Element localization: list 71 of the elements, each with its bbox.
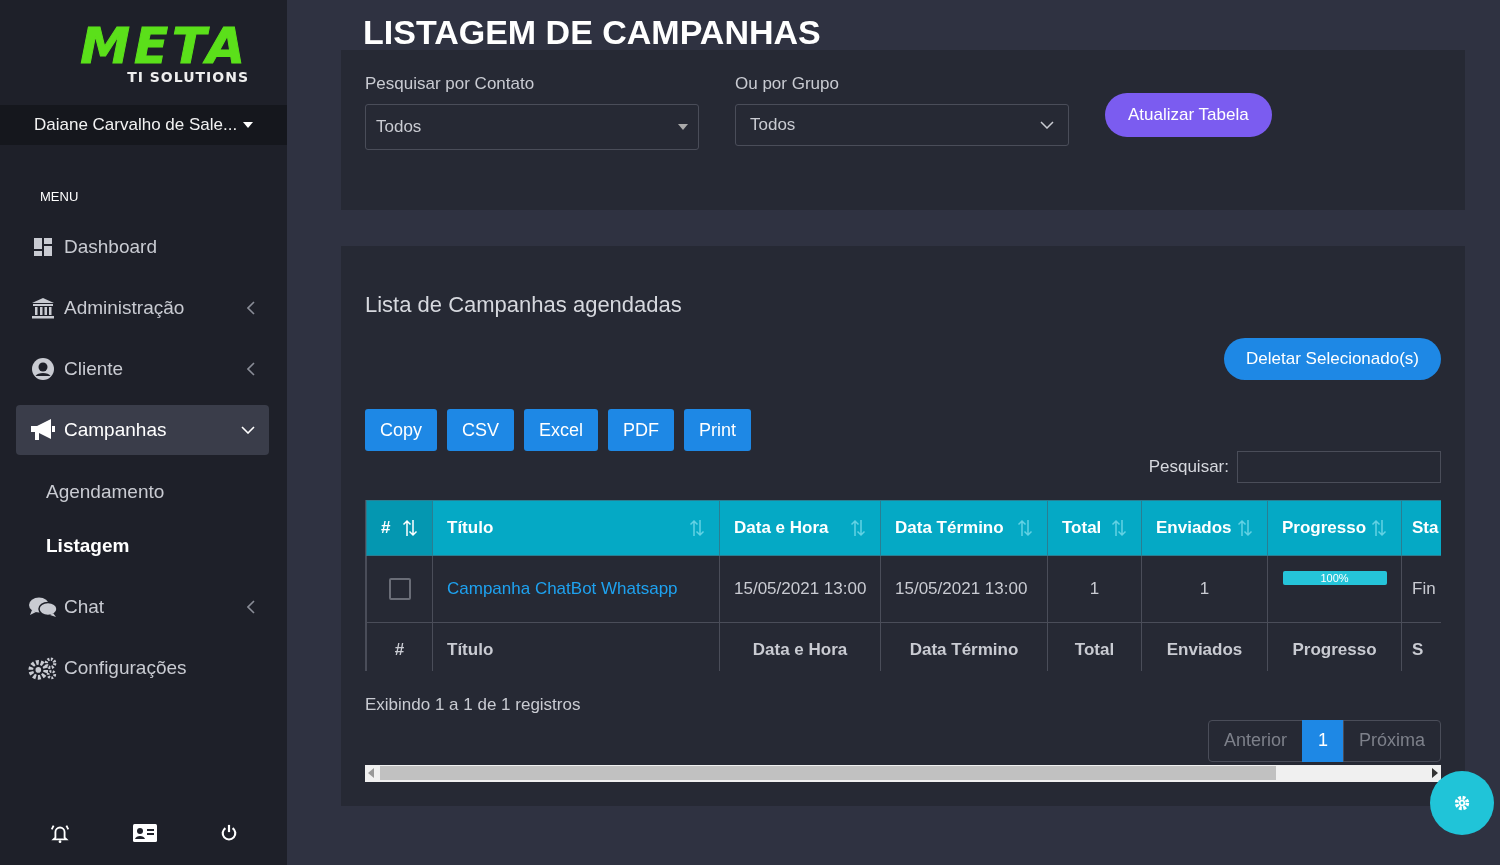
chevron-down-icon <box>1040 121 1054 129</box>
column-header[interactable]: Enviados <box>1141 500 1268 556</box>
logo-tagline: TI SOLUTIONS <box>127 68 249 85</box>
column-header[interactable]: # <box>366 500 433 556</box>
field-label: Ou por Grupo <box>735 74 840 94</box>
sidebar-item[interactable]: Campanhas <box>16 405 269 455</box>
column-footer: # <box>366 622 433 671</box>
chevron-left-icon <box>247 362 255 376</box>
chevron-down-icon <box>241 426 255 434</box>
sidebar-item[interactable]: Dashboard <box>16 222 269 272</box>
export-button[interactable]: Excel <box>524 409 599 452</box>
caret-icon <box>678 124 688 130</box>
sort-icon <box>850 519 866 538</box>
export-button[interactable]: CSV <box>447 409 515 452</box>
chat-bubbles-icon <box>28 596 58 618</box>
column-header[interactable]: Título <box>432 500 720 556</box>
sort-icon <box>1237 519 1253 538</box>
card-title: Lista de Campanhas agendadas <box>365 292 683 318</box>
scroll-left-icon <box>368 768 374 779</box>
contact-select[interactable]: Todos <box>365 104 699 150</box>
id-card-icon[interactable] <box>133 824 158 842</box>
group-select[interactable]: Todos <box>735 104 1069 146</box>
sort-icon <box>1017 519 1033 538</box>
chevron-left-icon <box>247 600 255 614</box>
pagination-button[interactable]: 1 <box>1301 719 1344 762</box>
sort-icon <box>689 519 705 538</box>
refresh-table-button[interactable]: Atualizar Tabela <box>1105 93 1272 137</box>
horizontal-scrollbar[interactable] <box>365 764 1441 782</box>
export-button[interactable]: Copy <box>365 409 438 452</box>
sidebar-item[interactable]: Administração <box>16 283 269 333</box>
row-checkbox[interactable] <box>388 578 411 601</box>
table-cell: 15/05/2021 13:00 <box>719 555 881 623</box>
table-cell: 1 <box>1047 555 1142 623</box>
gears-icon <box>28 655 58 681</box>
export-button[interactable]: Print <box>684 409 752 452</box>
table-cell: 15/05/2021 13:00 <box>880 555 1048 623</box>
caret-icon <box>243 122 254 128</box>
scroll-right-icon <box>1432 768 1438 779</box>
logo-wordmark: META <box>80 20 249 71</box>
submenu-item[interactable]: Listagem <box>46 535 130 557</box>
dashboard-icon <box>33 237 53 257</box>
table-info: Exibindo 1 a 1 de 1 registros <box>365 694 581 714</box>
delete-selected-button[interactable]: Deletar Selecionado(s) <box>1224 338 1441 381</box>
sidebar-item[interactable]: Cliente <box>16 344 269 394</box>
column-header[interactable]: Sta <box>1401 500 1441 556</box>
table-cell: 1 <box>1141 555 1268 623</box>
export-button[interactable]: PDF <box>608 409 675 452</box>
column-header[interactable]: Progresso <box>1267 500 1402 556</box>
search-field[interactable] <box>1237 451 1441 484</box>
column-header[interactable]: Data Término <box>880 500 1048 556</box>
sidebar-item[interactable]: Chat <box>16 582 269 632</box>
settings-icon <box>1453 794 1471 812</box>
progress-fill: 100% <box>1282 571 1387 586</box>
megaphone-icon <box>29 418 57 442</box>
power-icon[interactable] <box>219 824 238 842</box>
sort-icon <box>402 519 418 538</box>
bank-icon <box>31 297 55 319</box>
page-title: LISTAGEM DE CAMPANHAS <box>362 12 822 50</box>
chevron-left-icon <box>247 301 255 315</box>
settings-button[interactable] <box>1430 771 1494 835</box>
sort-icon <box>1371 519 1387 538</box>
search-label: Pesquisar: <box>1148 457 1229 478</box>
menu-heading: MENU <box>40 189 79 204</box>
submenu-item[interactable]: Agendamento <box>46 481 165 503</box>
sidebar-item[interactable]: Configurações <box>16 643 269 693</box>
sort-icon <box>1111 519 1127 538</box>
column-header[interactable]: Total <box>1047 500 1142 556</box>
column-header[interactable]: Data e Hora <box>719 500 881 556</box>
user-circle-icon <box>31 357 55 381</box>
pagination-button[interactable]: Próxima <box>1343 719 1441 762</box>
field-label: Pesquisar por Contato <box>365 74 536 94</box>
